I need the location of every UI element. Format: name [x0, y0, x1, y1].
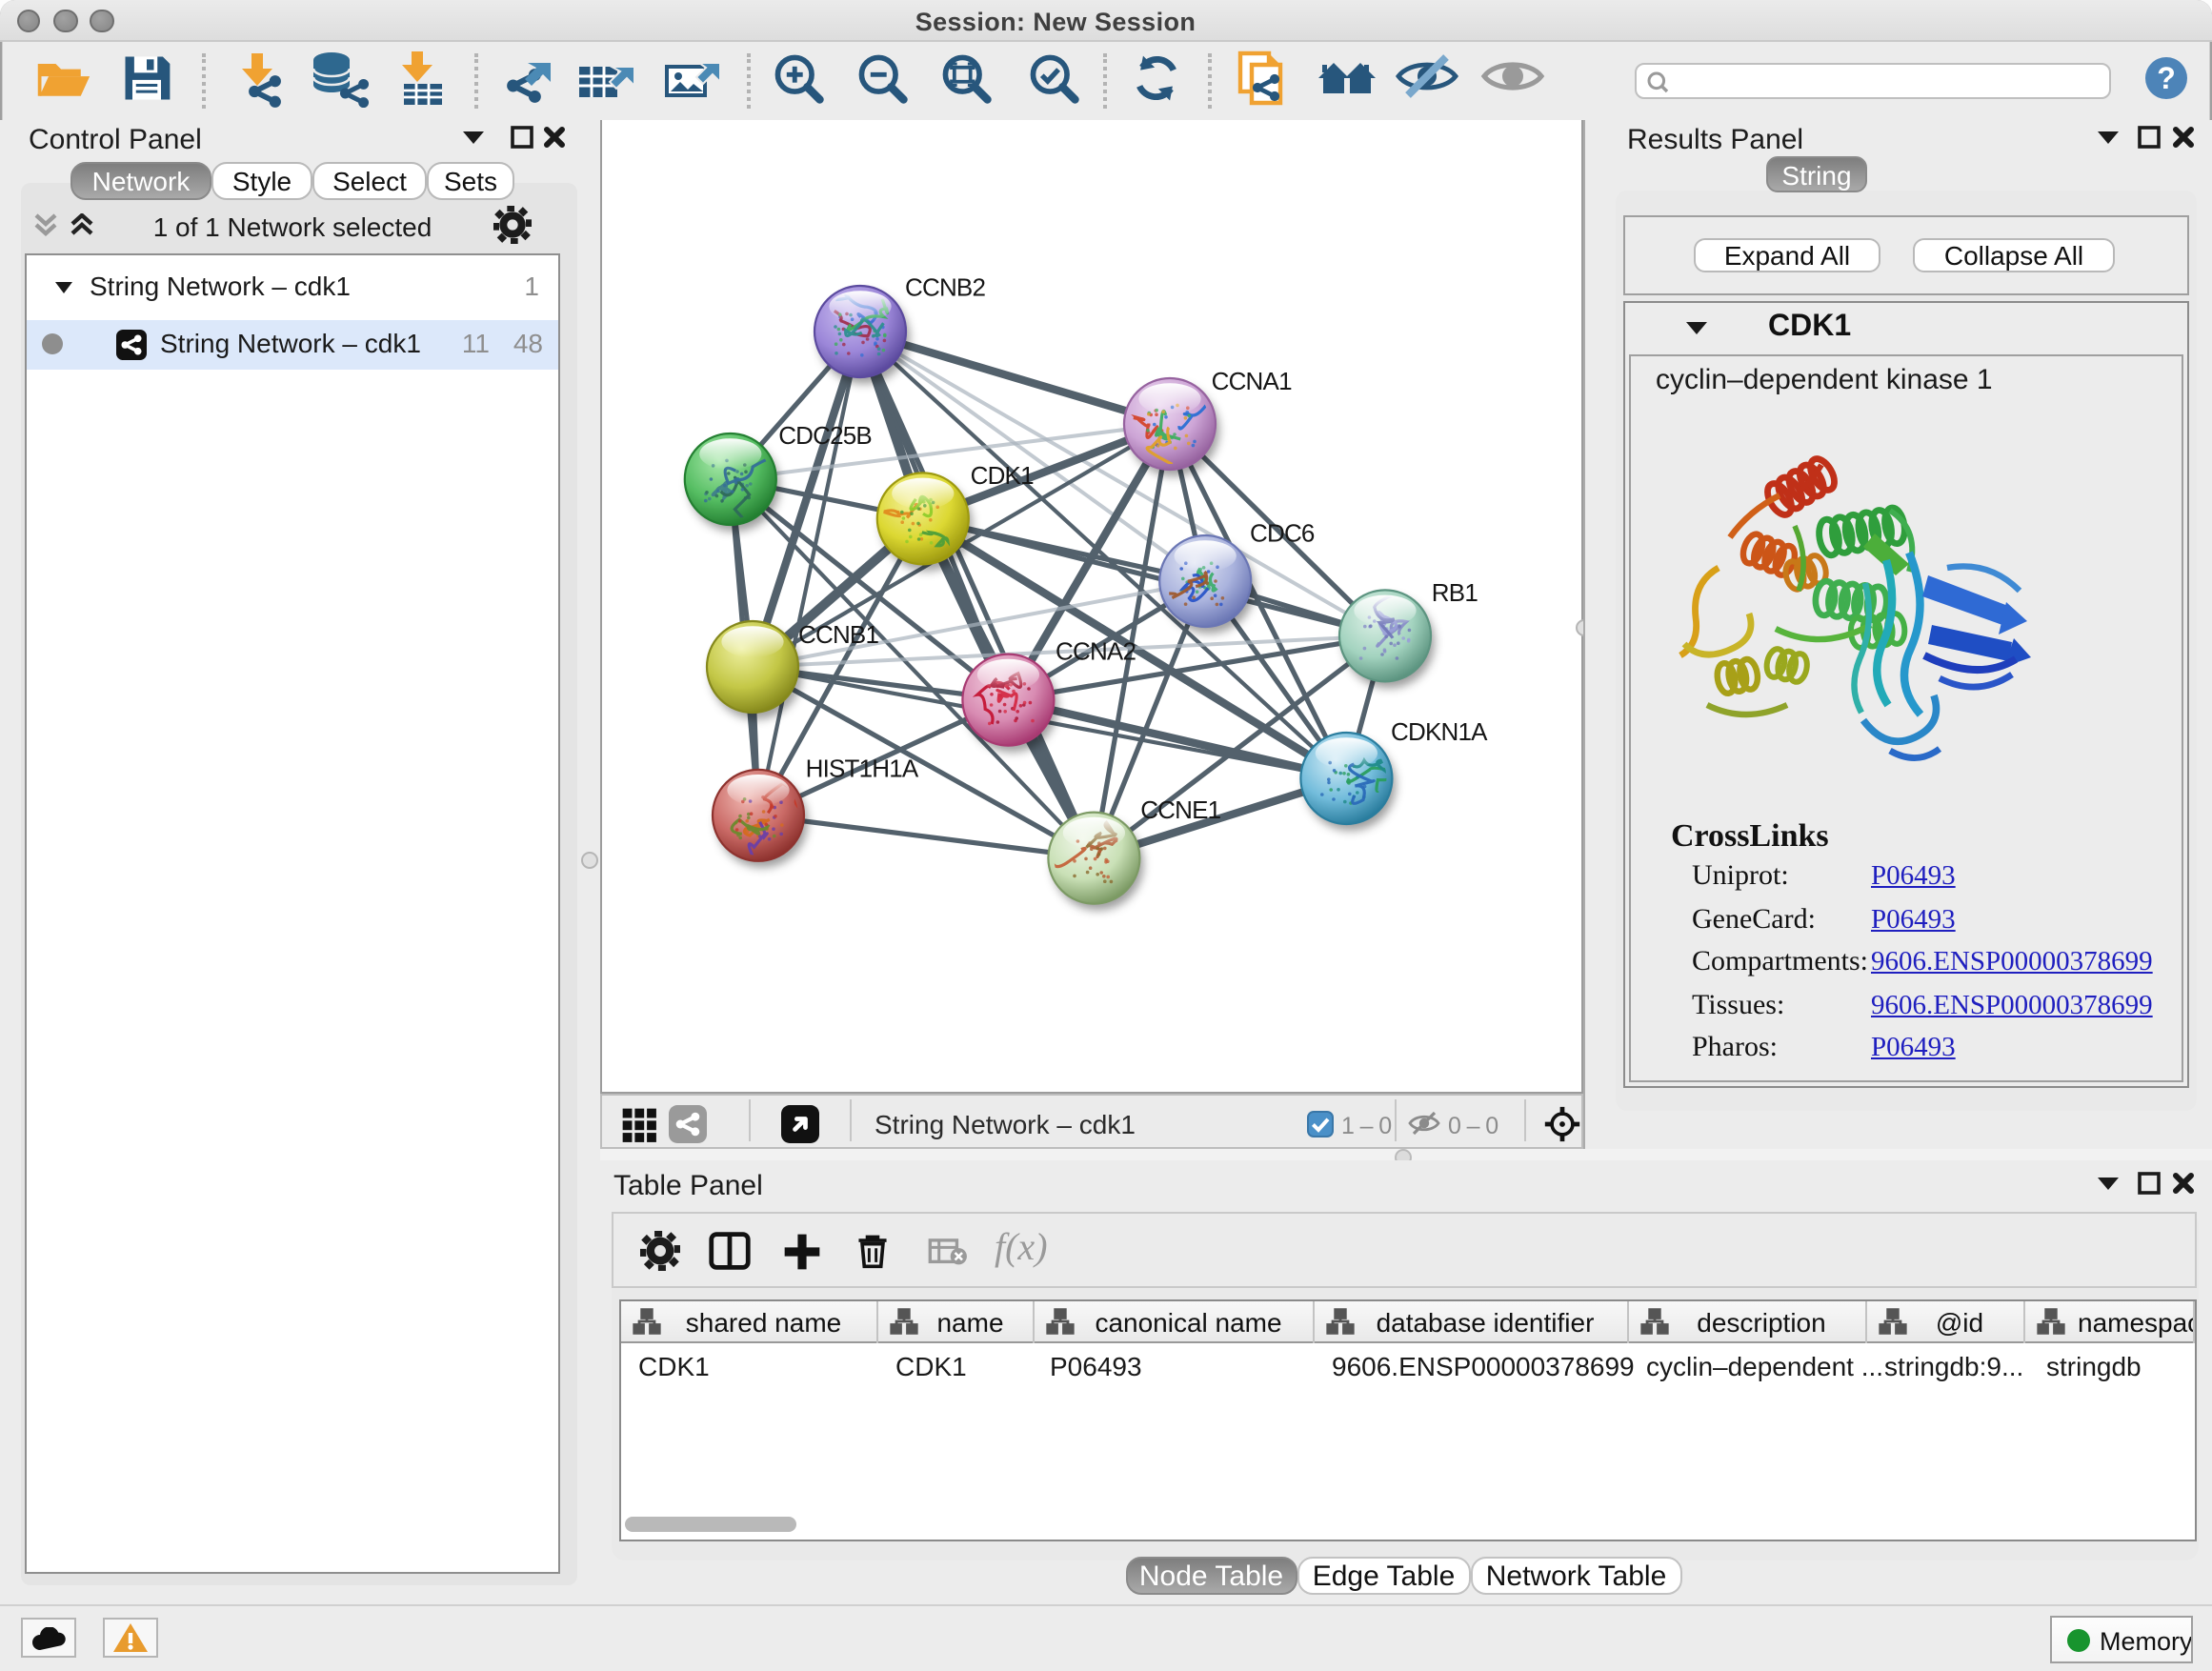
- svg-text:CDC6: CDC6: [1250, 518, 1315, 547]
- svg-text:CCNB2: CCNB2: [905, 272, 985, 301]
- svg-text:CCNE1: CCNE1: [1140, 795, 1220, 824]
- svg-text:CDK1: CDK1: [971, 461, 1034, 490]
- svg-text:CCNB1: CCNB1: [798, 620, 878, 649]
- svg-text:CDC25B: CDC25B: [778, 421, 872, 450]
- svg-text:?: ?: [2157, 61, 2176, 95]
- svg-text:HIST1H1A: HIST1H1A: [806, 755, 919, 783]
- svg-text:CDKN1A: CDKN1A: [1391, 717, 1488, 746]
- svg-text:CCNA1: CCNA1: [1212, 367, 1292, 395]
- svg-text:RB1: RB1: [1432, 578, 1478, 607]
- svg-text:CCNA2: CCNA2: [1056, 636, 1136, 665]
